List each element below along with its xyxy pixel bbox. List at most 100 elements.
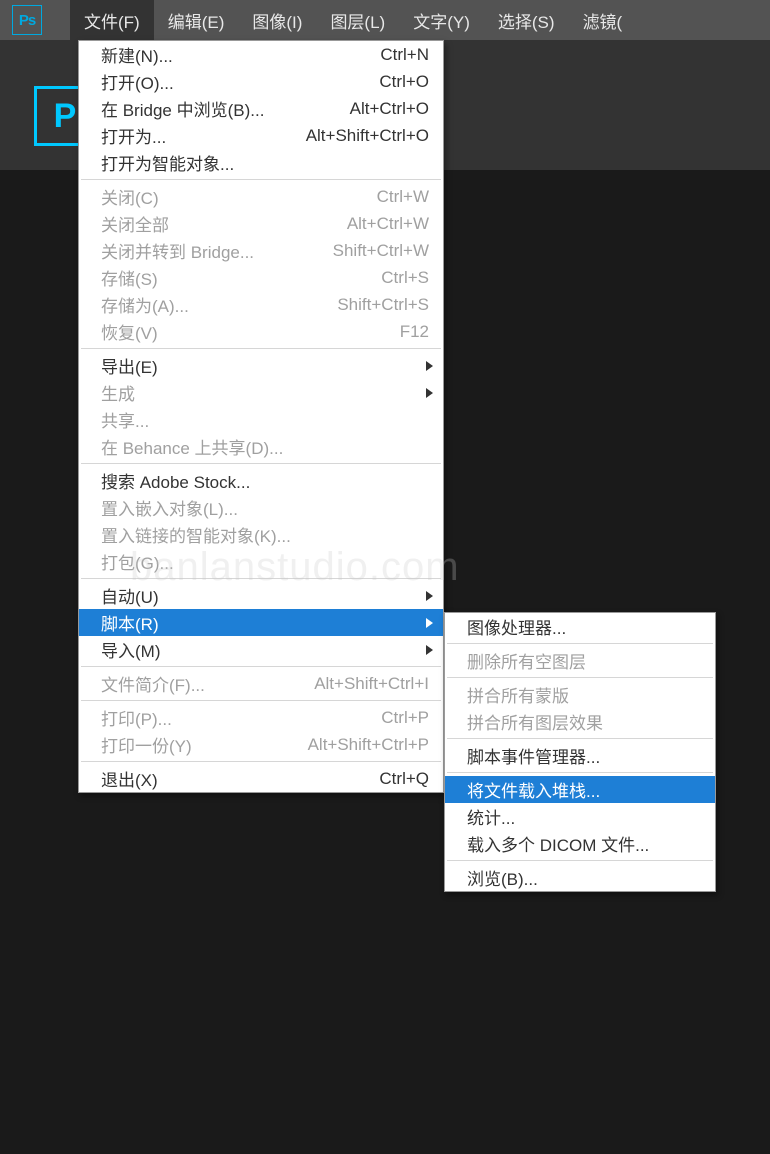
script-submenu-item[interactable]: 将文件载入堆栈... xyxy=(445,776,715,803)
file-menu-item: 打印一份(Y) Alt+Shift+Ctrl+P xyxy=(79,731,443,758)
menubar-item-5[interactable]: 选择(S) xyxy=(484,0,569,40)
file-menu-item[interactable]: 退出(X)Ctrl+Q xyxy=(79,765,443,792)
menu-label: 在 Behance 上共享(D)... xyxy=(101,434,283,459)
file-menu-item: 在 Behance 上共享(D)... xyxy=(79,433,443,460)
script-submenu-separator xyxy=(447,860,713,861)
file-menu-item: 打印(P)... Ctrl+P xyxy=(79,704,443,731)
menu-label: 脚本事件管理器... xyxy=(467,743,600,768)
menu-label: 统计... xyxy=(467,804,515,829)
file-menu-item: 存储为(A)... Shift+Ctrl+S xyxy=(79,291,443,318)
menu-label: 存储(S) xyxy=(101,265,158,290)
file-menu-item: 关闭(C) Ctrl+W xyxy=(79,183,443,210)
file-menu-separator xyxy=(81,666,441,667)
submenu-arrow-icon xyxy=(426,591,433,601)
menu-label: 打印(P)... xyxy=(101,705,172,730)
menu-label: 存储为(A)... xyxy=(101,292,189,317)
file-menu-item[interactable]: 新建(N)... Ctrl+N xyxy=(79,41,443,68)
file-menu-item[interactable]: 打开(O)...Ctrl+O xyxy=(79,68,443,95)
menu-label: 退出(X) xyxy=(101,766,158,791)
menu-label: 置入链接的智能对象(K)... xyxy=(101,522,291,547)
menu-label: 搜索 Adobe Stock... xyxy=(101,468,250,493)
menubar: Ps 文件(F)编辑(E)图像(I)图层(L)文字(Y)选择(S)滤镜( xyxy=(0,0,770,40)
menubar-item-4[interactable]: 文字(Y) xyxy=(399,0,484,40)
script-submenu-separator xyxy=(447,738,713,739)
menu-label: 图像处理器... xyxy=(467,614,566,639)
file-menu-separator xyxy=(81,700,441,701)
menu-label: 删除所有空图层 xyxy=(467,648,586,673)
menu-shortcut: Ctrl+O xyxy=(379,72,429,92)
menu-label: 关闭全部 xyxy=(101,211,169,236)
file-menu-item: 关闭全部 Alt+Ctrl+W xyxy=(79,210,443,237)
menu-label: 文件简介(F)... xyxy=(101,671,205,696)
menu-shortcut: F12 xyxy=(400,322,429,342)
menu-label: 浏览(B)... xyxy=(467,865,538,890)
submenu-arrow-icon xyxy=(426,645,433,655)
menu-label: 新建(N)... xyxy=(101,42,173,67)
menu-shortcut: Alt+Ctrl+O xyxy=(350,99,429,119)
menu-shortcut: Shift+Ctrl+S xyxy=(337,295,429,315)
menu-shortcut: Ctrl+N xyxy=(380,45,429,65)
script-submenu-item[interactable]: 载入多个 DICOM 文件... xyxy=(445,830,715,857)
file-menu-item: 文件简介(F)... Alt+Shift+Ctrl+I xyxy=(79,670,443,697)
file-dropdown: 新建(N)... Ctrl+N 打开(O)...Ctrl+O在 Bridge 中浏览… xyxy=(78,40,444,793)
menu-label: 导入(M) xyxy=(101,637,160,662)
file-menu-item[interactable]: 打开为...Alt+Shift+Ctrl+O xyxy=(79,122,443,149)
menu-label: 关闭(C) xyxy=(101,184,159,209)
menu-shortcut: Ctrl+S xyxy=(381,268,429,288)
file-menu-item: 存储(S) Ctrl+S xyxy=(79,264,443,291)
menu-shortcut: Alt+Shift+Ctrl+I xyxy=(314,674,429,694)
file-menu-item[interactable]: 导出(E) xyxy=(79,352,443,379)
file-menu-item: 生成 xyxy=(79,379,443,406)
menubar-item-0[interactable]: 文件(F) xyxy=(70,0,154,40)
menu-shortcut: Alt+Ctrl+W xyxy=(347,214,429,234)
script-submenu-separator xyxy=(447,772,713,773)
file-menu-item: 共享... xyxy=(79,406,443,433)
menu-label: 关闭并转到 Bridge... xyxy=(101,238,254,263)
menu-label: 打印一份(Y) xyxy=(101,732,192,757)
file-menu-item[interactable]: 脚本(R) xyxy=(79,609,443,636)
menu-label: 恢复(V) xyxy=(101,319,158,344)
file-menu-item: 关闭并转到 Bridge...Shift+Ctrl+W xyxy=(79,237,443,264)
file-menu-item[interactable]: 导入(M) xyxy=(79,636,443,663)
file-menu-item[interactable]: 搜索 Adobe Stock... xyxy=(79,467,443,494)
menubar-item-1[interactable]: 编辑(E) xyxy=(154,0,239,40)
menubar-item-3[interactable]: 图层(L) xyxy=(316,0,399,40)
file-menu-item: 置入链接的智能对象(K)... xyxy=(79,521,443,548)
menu-shortcut: Ctrl+W xyxy=(377,187,429,207)
file-menu-item[interactable]: 在 Bridge 中浏览(B)...Alt+Ctrl+O xyxy=(79,95,443,122)
menu-label: 载入多个 DICOM 文件... xyxy=(467,831,649,856)
menu-label: 拼合所有蒙版 xyxy=(467,682,569,707)
menu-label: 自动(U) xyxy=(101,583,159,608)
menu-label: 置入嵌入对象(L)... xyxy=(101,495,238,520)
menu-label: 导出(E) xyxy=(101,353,158,378)
script-submenu-separator xyxy=(447,643,713,644)
file-menu-separator xyxy=(81,578,441,579)
script-submenu-item[interactable]: 统计... xyxy=(445,803,715,830)
script-submenu-item[interactable]: 脚本事件管理器... xyxy=(445,742,715,769)
menu-label: 生成 xyxy=(101,380,135,405)
file-menu-item: 恢复(V) F12 xyxy=(79,318,443,345)
menubar-item-2[interactable]: 图像(I) xyxy=(238,0,316,40)
file-menu-separator xyxy=(81,179,441,180)
menu-label: 拼合所有图层效果 xyxy=(467,709,603,734)
submenu-arrow-icon xyxy=(426,388,433,398)
file-menu-item[interactable]: 自动(U) xyxy=(79,582,443,609)
file-menu-item: 打包(G)... xyxy=(79,548,443,575)
menu-label: 打开为智能对象... xyxy=(101,150,234,175)
script-submenu-separator xyxy=(447,677,713,678)
file-menu-separator xyxy=(81,463,441,464)
menu-shortcut: Alt+Shift+Ctrl+P xyxy=(308,735,429,755)
file-menu-item: 置入嵌入对象(L)... xyxy=(79,494,443,521)
submenu-arrow-icon xyxy=(426,361,433,371)
script-submenu-item: 拼合所有蒙版 xyxy=(445,681,715,708)
menu-label: 脚本(R) xyxy=(101,610,159,635)
script-submenu-item[interactable]: 图像处理器... xyxy=(445,613,715,640)
file-menu-item[interactable]: 打开为智能对象... xyxy=(79,149,443,176)
script-submenu-item[interactable]: 浏览(B)... xyxy=(445,864,715,891)
script-submenu-item: 删除所有空图层 xyxy=(445,647,715,674)
menubar-item-6[interactable]: 滤镜( xyxy=(569,0,637,40)
menu-shortcut: Alt+Shift+Ctrl+O xyxy=(306,126,429,146)
submenu-arrow-icon xyxy=(426,618,433,628)
file-menu-separator xyxy=(81,761,441,762)
menu-shortcut: Ctrl+P xyxy=(381,708,429,728)
